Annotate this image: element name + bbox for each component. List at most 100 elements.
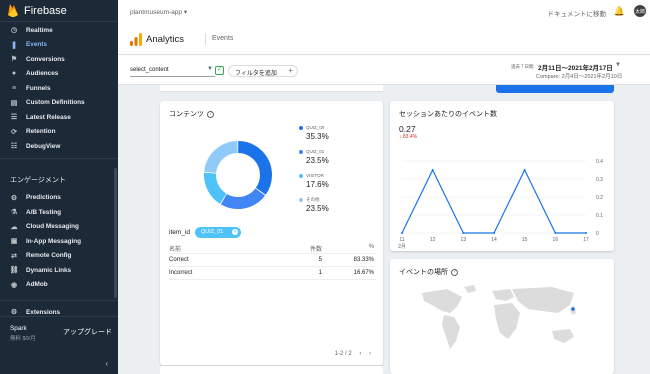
chevron-down-icon[interactable]: ▼ — [615, 62, 621, 68]
data-point[interactable] — [462, 232, 465, 234]
sidebar: Firebase ◷ Realtime ❚ Events ⚑ Conversions ● Au… — [0, 0, 118, 374]
session-card: セッションあたりのイベント数 0.27 ↓ 83.4% 0 0.1 0.2 0.3 0.… — [390, 101, 614, 251]
data-point[interactable] — [523, 169, 526, 171]
check-icon[interactable]: ✓ — [215, 66, 224, 75]
prev-page-icon[interactable]: ‹ — [359, 351, 361, 357]
sidebar-item-retention[interactable]: ⟳ Retention — [0, 125, 118, 140]
page-header: Analytics Events — [118, 25, 650, 55]
next-page-icon[interactable]: › — [369, 351, 371, 357]
table-header: 名前 件数 % — [169, 241, 376, 254]
sidebar-item-in-app-messaging[interactable]: ▣ In-App Messaging — [0, 234, 118, 249]
data-point[interactable] — [431, 169, 434, 171]
analytics-icon — [130, 33, 142, 46]
add-filter-button[interactable]: フィルタを追加 + — [228, 65, 298, 77]
cell-percent: 83.33% — [353, 257, 374, 263]
add-filter-label: フィルタを追加 — [235, 71, 277, 77]
x-axis-sublabel: 2月 — [398, 244, 406, 250]
cloud-icon: ☁ — [10, 223, 18, 231]
debug-icon: ☷ — [10, 143, 18, 151]
x-tick-label: 14 — [491, 237, 497, 243]
date-range-label: 過去７日間 — [511, 64, 534, 69]
docs-link[interactable]: ドキュメントに移動 — [548, 8, 607, 18]
engage-section-title: エンゲージメント — [10, 176, 66, 184]
chip-label: QUIZ_01 — [201, 229, 224, 235]
data-point[interactable] — [585, 232, 587, 234]
release-icon: ☰ — [10, 114, 18, 122]
plan-name: Spark — [10, 325, 27, 332]
sidebar-item-custom-definitions[interactable]: ▤ Custom Definitions — [0, 96, 118, 111]
sidebar-item-audiences[interactable]: ● Audiences — [0, 67, 118, 82]
event-select[interactable]: select_content ▼ — [130, 65, 215, 77]
sidebar-item-latest-release[interactable]: ☰ Latest Release — [0, 110, 118, 125]
card-fragment — [160, 366, 383, 374]
admob-icon: ◉ — [10, 281, 18, 289]
collapse-sidebar-icon[interactable]: ‹ — [105, 359, 108, 368]
sidebar-item-dynamic-links[interactable]: ⛓ Dynamic Links — [0, 263, 118, 278]
sidebar-item-funnels[interactable]: ≡ Funnels — [0, 81, 118, 96]
sidebar-item-label: Dynamic Links — [26, 266, 72, 274]
sidebar-item-label: Cloud Messaging — [26, 223, 79, 231]
map-marker[interactable] — [571, 307, 575, 311]
pager-range: 1-2 / 2 — [334, 351, 352, 357]
divider — [0, 300, 118, 301]
page-title: Analytics — [146, 34, 185, 45]
cell-count: 5 — [318, 257, 322, 263]
y-tick-label: 0.3 — [596, 177, 603, 183]
plan-panel: Spark 無料 $0/月 アップグレード ‹ — [0, 316, 118, 374]
sidebar-item-events[interactable]: ❚ Events — [0, 38, 118, 53]
card-title: セッションあたりのイベント数 — [399, 111, 497, 118]
help-icon[interactable]: ? — [207, 110, 214, 118]
legend-name: その他 — [306, 197, 320, 202]
primary-button[interactable] — [496, 85, 614, 93]
sidebar-item-remote-config[interactable]: ⇄ Remote Config — [0, 249, 118, 264]
data-point[interactable] — [401, 232, 403, 234]
x-tick-label: 11 — [399, 237, 404, 243]
flask-icon: ⚗ — [10, 209, 18, 217]
column-header[interactable]: 件数 — [294, 244, 322, 253]
brand[interactable]: Firebase — [0, 0, 118, 22]
sidebar-item-cloud-messaging[interactable]: ☁ Cloud Messaging — [0, 220, 118, 235]
sidebar-item-admob[interactable]: ◉ AdMob — [0, 278, 118, 293]
donut-chart — [204, 141, 272, 209]
y-tick-label: 0.4 — [596, 159, 603, 165]
sidebar-scrollbar[interactable] — [114, 168, 117, 298]
cell-count: 1 — [318, 270, 322, 276]
chevron-down-icon: ▾ — [183, 9, 188, 16]
filter-chip[interactable]: QUIZ_01 × — [195, 227, 241, 238]
project-selector[interactable]: plantmuseum-app ▾ — [130, 8, 187, 16]
kpi-delta: ↓ 83.4% — [399, 134, 418, 140]
column-header[interactable]: 名前 — [169, 244, 181, 253]
funnel-icon: ≡ — [11, 84, 17, 92]
column-header[interactable]: % — [334, 244, 374, 250]
help-icon[interactable]: ? — [451, 268, 458, 276]
legend-name: QUIZ_00 — [306, 125, 325, 130]
date-range-picker[interactable]: 2月11日〜2021年2月17日 — [538, 62, 613, 72]
sidebar-item-label: Predictions — [26, 194, 61, 202]
data-point[interactable] — [554, 232, 557, 234]
card-title: イベントの場所? — [399, 267, 458, 277]
close-icon[interactable]: × — [232, 229, 238, 235]
x-tick-label: 15 — [522, 237, 528, 243]
predictions-icon: ⚙ — [10, 194, 18, 202]
series-line[interactable] — [401, 168, 586, 234]
line-chart: 0 0.1 0.2 0.3 0.4 11 12 13 14 15 16 17 2月 — [398, 159, 603, 250]
x-tick-label: 13 — [461, 237, 467, 243]
sidebar-item-label: A/B Testing — [26, 208, 62, 216]
top-bar: plantmuseum-app ▾ ドキュメントに移動 🔔 太郎 — [118, 0, 650, 25]
sidebar-item-label: Extensions — [26, 308, 61, 316]
sidebar-item-label: Latest Release — [26, 113, 71, 121]
legend-value: 23.5% — [306, 204, 329, 213]
bell-icon[interactable]: 🔔 — [614, 6, 625, 17]
sidebar-item-debugview[interactable]: ☷ DebugView — [0, 139, 118, 154]
y-tick-label: 0.2 — [596, 195, 603, 201]
upgrade-button[interactable]: アップグレード — [63, 327, 112, 337]
legend-name: VISITOR — [306, 173, 324, 178]
avatar[interactable]: 太郎 — [634, 5, 646, 17]
events-icon: ❚ — [11, 41, 17, 49]
world-map — [422, 285, 576, 349]
data-point[interactable] — [493, 232, 495, 234]
sidebar-item-conversions[interactable]: ⚑ Conversions — [0, 52, 118, 67]
sidebar-item-a-b-testing[interactable]: ⚗ A/B Testing — [0, 205, 118, 220]
sidebar-item-realtime[interactable]: ◷ Realtime — [0, 23, 118, 38]
sidebar-item-predictions[interactable]: ⚙ Predictions — [0, 191, 118, 206]
